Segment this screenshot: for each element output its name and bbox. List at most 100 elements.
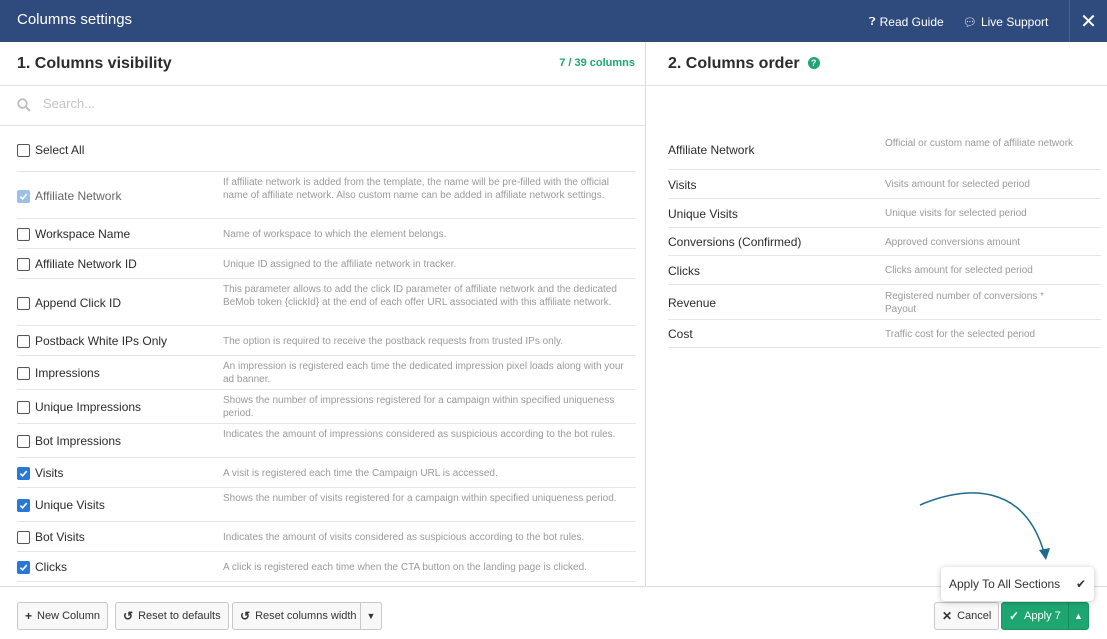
column-checkbox[interactable] (17, 400, 30, 414)
order-row[interactable]: Revenue Registered number of conversions … (668, 285, 1101, 320)
column-description: Shows the number of impressions register… (223, 395, 615, 419)
live-support-link[interactable]: 💬︎ Live Support (963, 15, 1048, 29)
apply-all-sections-option[interactable]: Apply To All Sections ✔ (941, 567, 1094, 601)
order-row[interactable]: Visits Visits amount for selected period (668, 170, 1101, 199)
close-icon: ✕ (1080, 10, 1097, 33)
order-column-name: Unique Visits (668, 207, 738, 221)
column-label: Append Click ID (35, 296, 122, 310)
column-row[interactable]: Workspace Name Name of workspace to which… (17, 219, 636, 249)
column-label: Affiliate Network (35, 189, 122, 203)
order-column-description: Traffic cost for the selected period (885, 329, 1036, 340)
order-column-description: Official or custom name of affiliate net… (885, 138, 1074, 149)
column-checkbox[interactable] (17, 530, 30, 544)
column-checkbox[interactable] (17, 498, 30, 512)
column-row[interactable]: Postback White IPs Only The option is req… (17, 326, 636, 356)
column-description: This parameter allows to add the click I… (223, 284, 617, 308)
cancel-button[interactable]: ✕ Cancel (934, 602, 1000, 630)
question-circle-icon: ❓︎ (869, 15, 876, 28)
apply-all-label: Apply To All Sections (949, 577, 1061, 591)
order-header: 2. Columns order? (646, 42, 1107, 86)
close-button[interactable]: ✕ (1069, 0, 1107, 42)
column-description: Indicates the amount of visits considere… (223, 532, 585, 543)
column-row[interactable]: Append Click ID This parameter allows to … (17, 279, 636, 326)
reset-defaults-label: Reset to defaults (138, 610, 221, 622)
select-all-checkbox[interactable] (17, 143, 30, 157)
column-checkbox[interactable] (17, 434, 30, 448)
column-description: A click is registered each time when the… (223, 562, 587, 573)
order-column-description: Registered number of conversions * Payou… (885, 291, 1044, 315)
column-row[interactable]: Unique Impressions Shows the number of im… (17, 390, 636, 424)
search-bar (0, 86, 645, 126)
column-description: If affiliate network is added from the t… (223, 177, 609, 201)
check-icon: ✓ (1009, 609, 1020, 623)
column-row[interactable]: Bot Visits Indicates the amount of visits… (17, 522, 636, 552)
column-label: Bot Impressions (35, 434, 122, 448)
visibility-header: 1. Columns visibility 7 / 39 columns (0, 42, 645, 86)
order-column-description: Unique visits for selected period (885, 208, 1027, 219)
cancel-label: Cancel (957, 610, 992, 622)
order-row[interactable]: Affiliate Network Official or custom name… (668, 130, 1101, 170)
reset-defaults-button[interactable]: ↺ Reset to defaults (115, 602, 229, 630)
column-row[interactable]: Clicks A click is registered each time wh… (17, 552, 636, 582)
chevron-up-icon[interactable]: ▲︎ (1068, 603, 1088, 629)
order-row[interactable]: Clicks Clicks amount for selected period (668, 256, 1101, 285)
help-icon[interactable]: ? (807, 57, 820, 69)
live-support-label: Live Support (980, 15, 1049, 29)
column-checkbox[interactable] (17, 560, 30, 574)
column-checkbox[interactable] (17, 296, 30, 310)
modal-header: Columns settings ❓︎ Read Guide 💬︎ Live S… (0, 0, 1107, 42)
column-checkbox[interactable] (17, 257, 30, 271)
column-row[interactable]: Bot Impressions Indicates the amount of i… (17, 424, 636, 458)
new-column-button[interactable]: + New Column (17, 602, 108, 630)
modal-title: Columns settings (17, 11, 133, 28)
column-row[interactable]: Visits A visit is registered each time th… (17, 458, 636, 488)
column-description: The option is required to receive the po… (223, 336, 563, 347)
chevron-down-icon[interactable]: ▼︎ (360, 603, 381, 629)
order-column-name: Cost (668, 327, 693, 341)
new-column-label: New Column (37, 610, 100, 622)
order-column-description: Visits amount for selected period (885, 179, 1030, 190)
column-checkbox[interactable] (17, 334, 30, 348)
column-label: Unique Impressions (35, 400, 142, 414)
close-icon: ✕ (942, 609, 953, 623)
column-description: A visit is registered each time the Camp… (223, 468, 498, 479)
reset-icon: ↺ (123, 609, 134, 623)
column-row[interactable]: Affiliate Network If affiliate network is… (17, 172, 636, 219)
column-checkbox (17, 189, 30, 203)
column-row[interactable]: Unique Visits Shows the number of visits … (17, 488, 636, 522)
column-checkbox[interactable] (17, 366, 30, 380)
order-row[interactable]: Cost Traffic cost for the selected period (668, 320, 1101, 348)
column-label: Unique Visits (35, 498, 105, 512)
column-row[interactable]: Affiliate Network ID Unique ID assigned t… (17, 249, 636, 279)
apply-button[interactable]: ✓ Apply 7 ▲︎ (1001, 602, 1089, 630)
order-title-text: 2. Columns order (668, 55, 800, 72)
order-column-name: Visits (668, 178, 697, 192)
column-label: Visits (35, 466, 64, 480)
visibility-title: 1. Columns visibility (17, 55, 172, 72)
column-checkbox[interactable] (17, 466, 30, 480)
column-description: Unique ID assigned to the affiliate netw… (223, 259, 457, 270)
column-label: Bot Visits (35, 530, 85, 544)
column-label: Postback White IPs Only (35, 334, 168, 348)
column-description: An impression is registered each time th… (223, 361, 624, 385)
columns-count: 7 / 39 columns (559, 57, 635, 69)
order-column-description: Clicks amount for selected period (885, 265, 1033, 276)
reset-width-button[interactable]: ↺ Reset columns width ▼︎ (232, 602, 382, 630)
column-description: Shows the number of visits registered fo… (223, 493, 617, 504)
read-guide-link[interactable]: ❓︎ Read Guide (869, 15, 944, 29)
column-label: Workspace Name (35, 227, 131, 241)
order-row[interactable]: Conversions (Confirmed) Approved conversi… (668, 228, 1101, 256)
annotation-arrow (919, 492, 1050, 560)
order-column-name: Clicks (668, 264, 700, 278)
chat-icon: 💬︎ (963, 16, 977, 29)
search-input[interactable] (43, 96, 603, 111)
column-row[interactable]: Impressions An impression is registered e… (17, 356, 636, 390)
order-column-name: Affiliate Network (668, 143, 755, 157)
reset-width-label: Reset columns width (255, 610, 357, 622)
order-row[interactable]: Unique Visits Unique visits for selected … (668, 199, 1101, 228)
select-all-row[interactable]: Select All (17, 128, 636, 172)
order-title: 2. Columns order? (668, 55, 820, 73)
column-checkbox[interactable] (17, 227, 30, 241)
apply-label: Apply 7 (1024, 610, 1061, 622)
plus-icon: + (25, 609, 33, 623)
